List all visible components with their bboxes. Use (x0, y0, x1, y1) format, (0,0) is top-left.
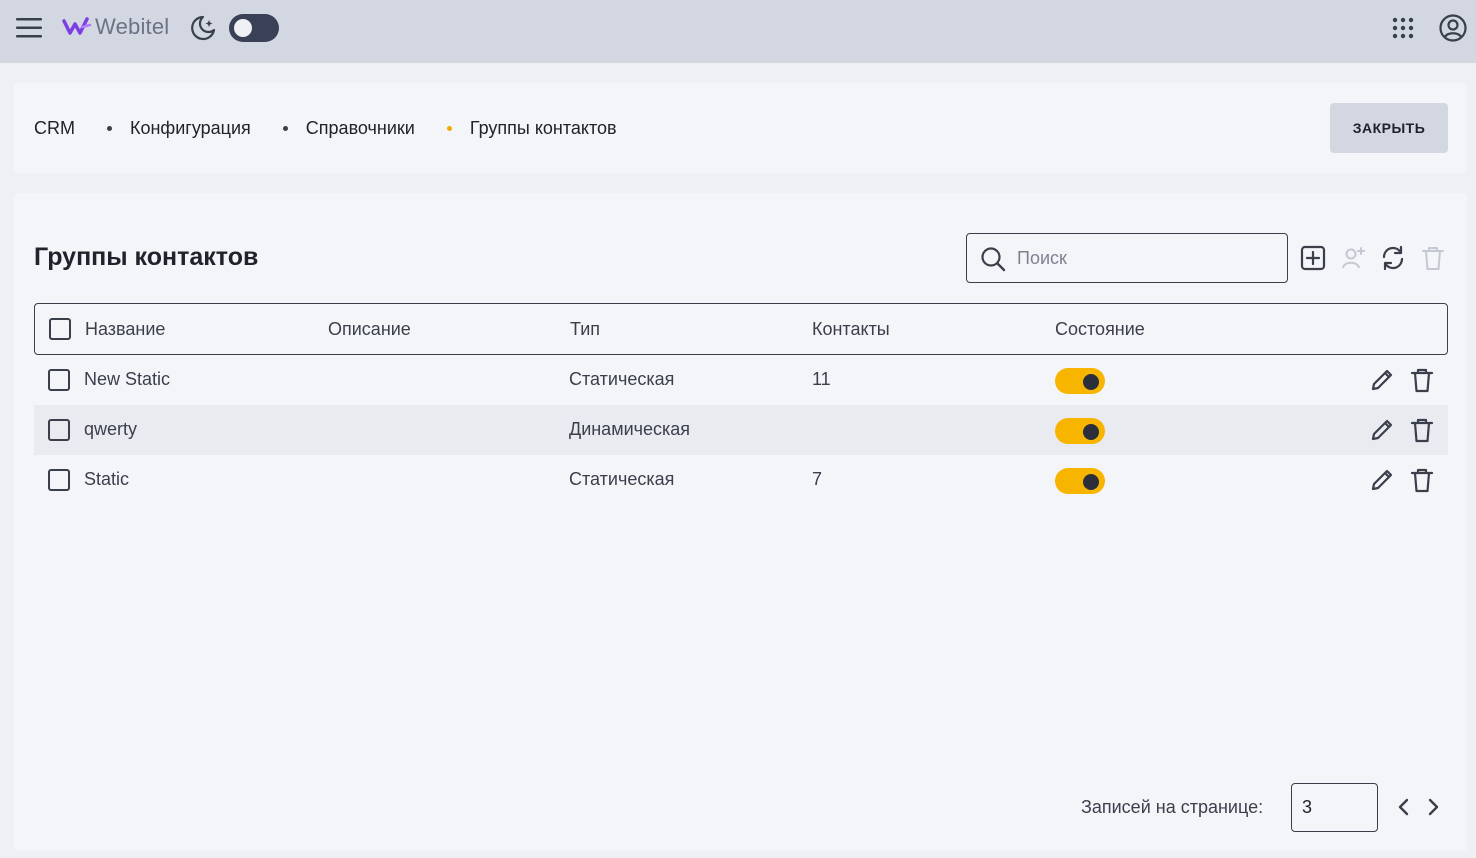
delete-icon[interactable] (1408, 416, 1436, 444)
toggle-knob (1083, 474, 1099, 490)
row-contacts: 11 (812, 369, 831, 389)
user-account-icon[interactable] (1438, 13, 1468, 43)
column-header-state[interactable]: Состояние (1055, 319, 1145, 340)
apps-grid-icon[interactable] (1391, 16, 1415, 40)
row-checkbox[interactable] (48, 469, 70, 491)
chevron-right-icon[interactable] (1422, 796, 1444, 818)
column-header-name[interactable]: Название (85, 319, 165, 340)
breadcrumb-item-contact-groups: Группы контактов (469, 118, 617, 138)
row-type: Динамическая (569, 419, 691, 439)
edit-icon[interactable] (1368, 366, 1396, 394)
breadcrumb-item-crm[interactable]: CRM (34, 118, 75, 139)
search-input[interactable] (1017, 246, 1277, 270)
close-button[interactable]: ЗАКРЫТЬ (1330, 103, 1448, 153)
breadcrumb-panel: CRM Конфигурация Справочники Группы конт… (14, 83, 1467, 173)
main-panel: Группы контактов Название Описание Тип К… (14, 193, 1467, 851)
delete-icon[interactable] (1408, 466, 1436, 494)
top-bar: Webitel (0, 0, 1476, 63)
add-icon[interactable] (1299, 244, 1327, 272)
state-toggle[interactable] (1055, 368, 1105, 394)
menu-icon[interactable] (16, 16, 42, 40)
column-header-contacts[interactable]: Контакты (812, 319, 890, 340)
toggle-knob (1083, 374, 1099, 390)
row-contacts: 7 (812, 469, 823, 489)
webitel-logo-icon (62, 17, 92, 35)
refresh-icon[interactable] (1379, 244, 1407, 272)
per-page-input[interactable] (1291, 783, 1378, 832)
column-header-description[interactable]: Описание (328, 319, 411, 340)
row-checkbox[interactable] (48, 369, 70, 391)
logo-text: Webitel (95, 14, 170, 39)
table-row: qwerty Динамическая (34, 405, 1448, 455)
breadcrumb-separator (282, 126, 288, 131)
theme-moon-icon (191, 15, 216, 41)
row-name: qwerty (84, 419, 138, 439)
breadcrumb: CRM Конфигурация Справочники Группы конт… (34, 118, 617, 139)
edit-icon[interactable] (1368, 416, 1396, 444)
delete-selected-icon (1422, 247, 1444, 270)
row-checkbox[interactable] (48, 419, 70, 441)
column-header-type[interactable]: Тип (570, 319, 600, 340)
state-toggle[interactable] (1055, 468, 1105, 494)
select-all-checkbox[interactable] (49, 318, 71, 340)
table-row: Static Статическая 7 (34, 455, 1448, 505)
pagination-label: Записей на странице: (1081, 797, 1264, 817)
search-icon (981, 247, 1006, 272)
toggle-knob (234, 19, 252, 37)
state-toggle[interactable] (1055, 418, 1105, 444)
theme-toggle[interactable] (229, 14, 279, 42)
row-type: Статическая (569, 469, 675, 489)
table-row: New Static Статическая 11 (34, 355, 1448, 405)
breadcrumb-item-configuration[interactable]: Конфигурация (130, 118, 251, 139)
toggle-knob (1083, 424, 1099, 440)
add-user-icon (1342, 247, 1365, 269)
row-name: Static (84, 469, 130, 489)
breadcrumb-active-separator (446, 126, 452, 131)
search-box[interactable] (966, 233, 1288, 283)
table-header: Название Описание Тип Контакты Состояние (34, 303, 1448, 355)
breadcrumb-separator (107, 126, 112, 131)
row-type: Статическая (569, 369, 675, 389)
delete-icon[interactable] (1408, 366, 1436, 394)
edit-icon[interactable] (1368, 466, 1396, 494)
page-title: Группы контактов (34, 243, 259, 271)
row-name: New Static (84, 369, 171, 389)
breadcrumb-item-directories[interactable]: Справочники (306, 118, 415, 139)
chevron-left-icon[interactable] (1393, 796, 1415, 818)
logo[interactable]: Webitel (62, 13, 169, 41)
